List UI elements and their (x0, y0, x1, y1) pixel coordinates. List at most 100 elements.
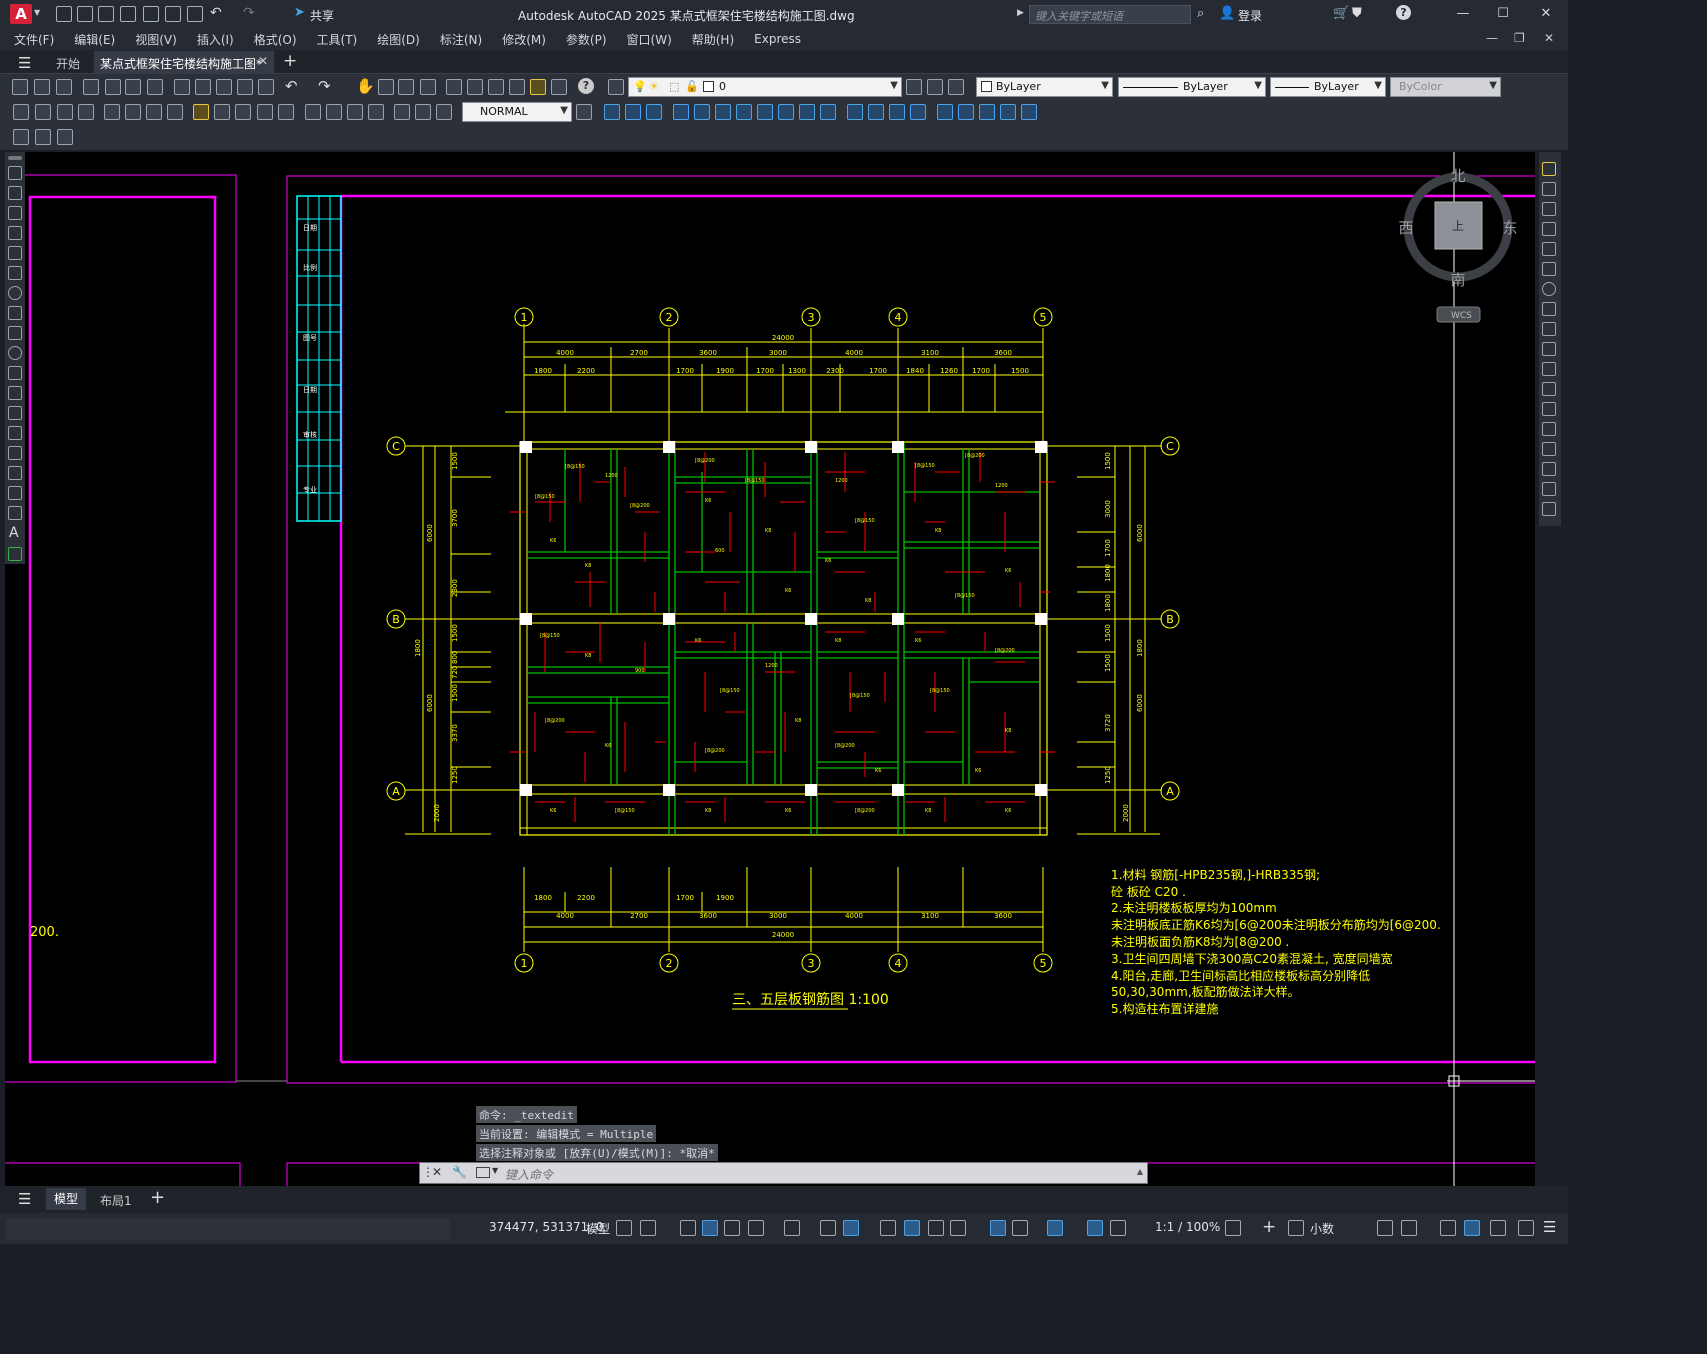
lock-ui-icon[interactable] (1401, 1220, 1417, 1236)
object-snap-icon[interactable] (843, 1220, 859, 1236)
chevron-right-icon[interactable]: ▶ (1017, 8, 1024, 18)
minimize-button[interactable]: — (1452, 5, 1474, 23)
dynamic-input-icon[interactable] (702, 1220, 718, 1236)
make-current-layer-icon[interactable] (906, 79, 922, 95)
autodesk-app-icon[interactable]: ⛊ (1352, 6, 1362, 21)
polygon-icon[interactable] (8, 226, 22, 240)
cut-icon[interactable] (147, 79, 163, 95)
menu-express[interactable]: Express (754, 32, 801, 46)
ucs-y-icon[interactable] (820, 104, 836, 120)
menu-edit[interactable]: 编辑(E) (74, 31, 115, 48)
continue-dim-icon[interactable] (235, 104, 251, 120)
copy-object-icon[interactable] (1542, 182, 1556, 196)
units-icon[interactable] (1288, 1220, 1304, 1236)
close-block-icon[interactable] (57, 129, 73, 145)
customize-icon[interactable]: 🔧 (452, 1165, 467, 1179)
layer-dropdown[interactable]: 💡 ☀ ⬚ 🔓 0 ▼ (628, 77, 902, 97)
join-icon[interactable] (1542, 422, 1556, 436)
open-icon[interactable] (77, 6, 93, 22)
transparency-icon[interactable] (904, 1220, 920, 1236)
layer-previous-icon[interactable] (927, 79, 943, 95)
dim-update-icon[interactable] (436, 104, 452, 120)
tab-drawing-file[interactable]: 某点式框架住宅楼结构施工图* ✕ (94, 51, 274, 74)
plot-icon[interactable] (187, 6, 203, 22)
ortho-icon[interactable] (724, 1220, 740, 1236)
table-icon[interactable] (8, 506, 22, 520)
pan-icon[interactable]: ✋ (356, 77, 375, 95)
mirror-icon[interactable] (1542, 202, 1556, 216)
extend-icon[interactable] (1542, 362, 1556, 376)
break-at-point-icon[interactable] (1542, 382, 1556, 396)
isolate-objects-icon[interactable] (1440, 1220, 1456, 1236)
gizmo-icon[interactable] (1047, 1220, 1063, 1236)
dynamic-ucs-icon[interactable] (990, 1220, 1006, 1236)
revision-cloud-icon[interactable] (8, 306, 22, 320)
menu-draw[interactable]: 绘图(D) (377, 31, 420, 48)
ellipse-icon[interactable] (8, 346, 22, 360)
insert-block-icon[interactable] (8, 386, 22, 400)
search-input[interactable]: 键入关键字或短语 (1029, 5, 1191, 24)
compass-south[interactable]: 南 (1450, 271, 1465, 289)
move-icon[interactable] (1542, 262, 1556, 276)
ucs-origin-icon[interactable] (736, 104, 752, 120)
publish-icon[interactable] (143, 6, 159, 22)
menu-modify[interactable]: 修改(M) (502, 31, 546, 48)
publish-3d-icon[interactable] (125, 79, 141, 95)
jogged-linear-icon[interactable] (368, 104, 384, 120)
ucs-z-icon[interactable] (847, 104, 863, 120)
lineweight-icon[interactable] (880, 1220, 896, 1236)
copy-icon[interactable] (174, 79, 190, 95)
center-mark-icon[interactable] (326, 104, 342, 120)
object-snap-tracking-icon[interactable] (820, 1220, 836, 1236)
polar-tracking-icon[interactable] (748, 1220, 764, 1236)
infer-constraints-icon[interactable] (680, 1220, 696, 1236)
point-icon[interactable] (8, 426, 22, 440)
customization-menu-icon[interactable]: ☰ (1543, 1218, 1556, 1236)
menu-file[interactable]: 文件(F) (14, 31, 54, 48)
compass-north[interactable]: 北 (1450, 167, 1465, 185)
zoom-previous-icon[interactable] (420, 79, 436, 95)
gradient-icon[interactable] (8, 466, 22, 480)
grid-icon[interactable] (616, 1220, 632, 1236)
ucs-object-icon[interactable] (694, 104, 710, 120)
layer-state-icon[interactable] (948, 79, 964, 95)
close-button[interactable]: ✕ (1535, 5, 1557, 23)
hamburger-layout-icon[interactable]: ☰ (18, 1190, 31, 1208)
annotation-monitor-icon[interactable]: + (1262, 1217, 1276, 1237)
close-command-icon[interactable]: ✕ (432, 1165, 442, 1179)
view-top-icon[interactable] (937, 104, 953, 120)
selection-cycling-icon[interactable] (928, 1220, 944, 1236)
print-icon[interactable] (83, 79, 99, 95)
properties-icon[interactable] (446, 79, 462, 95)
login-button[interactable]: 登录 (1238, 7, 1262, 24)
eraser-icon[interactable] (258, 79, 274, 95)
quick-properties-icon[interactable] (1377, 1220, 1393, 1236)
share-drawing-icon[interactable] (165, 6, 181, 22)
ucs-view-icon[interactable] (715, 104, 731, 120)
clean-screen-icon[interactable] (1490, 1220, 1506, 1236)
menu-parametric[interactable]: 参数(P) (566, 31, 607, 48)
tool-palettes-icon[interactable] (488, 79, 504, 95)
rectangle-icon[interactable] (8, 246, 22, 260)
baseline-dim-icon[interactable] (214, 104, 230, 120)
qnew-icon[interactable] (12, 79, 28, 95)
doc-minimize-button[interactable]: — (1486, 31, 1498, 45)
new-tab-button[interactable]: + (283, 51, 297, 71)
polyline-icon[interactable] (8, 206, 22, 220)
view-iso-icon[interactable] (1000, 104, 1016, 120)
ordinate-dim-icon[interactable] (78, 104, 94, 120)
model-space-button[interactable]: 模型 (586, 1220, 610, 1237)
layer-properties-icon[interactable] (608, 79, 624, 95)
arc-length-icon[interactable] (57, 104, 73, 120)
hatch-icon[interactable] (8, 446, 22, 460)
chamfer-icon[interactable] (1542, 442, 1556, 456)
tab-start[interactable]: 开始 (46, 53, 90, 73)
viewcube[interactable]: 上 北 南 东 西 WCS (1398, 167, 1518, 323)
share-button[interactable]: 共享 (310, 7, 334, 24)
quick-dim-icon[interactable] (193, 104, 209, 120)
circle-icon[interactable] (8, 286, 22, 300)
ucs-apply-icon[interactable] (868, 104, 884, 120)
menu-dimension[interactable]: 标注(N) (440, 31, 482, 48)
cart-icon[interactable]: 🛒 (1333, 6, 1349, 21)
jogged-dim-icon[interactable] (125, 104, 141, 120)
